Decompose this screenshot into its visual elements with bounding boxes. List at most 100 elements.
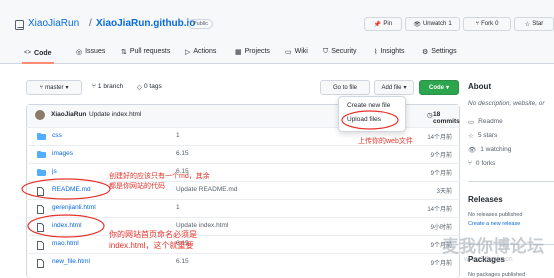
branch-icon: ⑂ — [92, 83, 96, 90]
repo-header: XiaoJiaRun / XiaoJiaRun.github.io Public… — [0, 0, 554, 64]
unwatch-label: Unwatch — [422, 21, 447, 27]
repo-tabs: <> Code ◎ Issues ⇅ Pull requests ▷ Actions ▦… — [0, 44, 554, 64]
tag-icon: ◇ — [137, 84, 142, 91]
tab-insights[interactable]: ⌇ Insights — [374, 48, 405, 56]
commit-message-link[interactable]: 1 — [176, 204, 180, 211]
branch-select[interactable]: ⑂ master ▾ — [26, 80, 82, 95]
file-icon — [37, 187, 44, 198]
code-icon: <> — [24, 50, 32, 56]
add-file-dropdown: Create new file Upload files — [338, 96, 406, 132]
tab-issues[interactable]: ◎ Issues — [76, 48, 105, 56]
commit-author[interactable]: XiaoJiaRun — [51, 111, 86, 118]
commit-time: 3天前 — [436, 189, 452, 195]
tab-code[interactable]: <> Code — [22, 44, 54, 64]
readme-annotation-line2: 都是你网站的代码 — [109, 183, 165, 190]
chevron-down-icon: ▾ — [65, 85, 69, 91]
divider — [468, 181, 554, 182]
star-icon: ☆ — [524, 21, 531, 28]
chevron-down-icon: ▾ — [445, 85, 449, 91]
add-file-label: Add file — [381, 84, 402, 91]
play-icon: ▷ — [185, 49, 191, 56]
file-row[interactable]: index.html Update index.html 9小时前 — [26, 217, 460, 235]
repo-owner-link[interactable]: XiaoJiaRun — [28, 18, 79, 29]
tab-projects-label: Projects — [244, 48, 270, 55]
fork-count: 0 — [495, 21, 499, 27]
watching-link[interactable]: 👁 1 watching — [468, 146, 511, 154]
file-name-link[interactable]: js — [52, 168, 57, 175]
unwatch-button[interactable]: 👁 Unwatch 1 — [405, 17, 460, 31]
about-description: No description, website, or — [468, 100, 545, 107]
pin-label: Pin — [383, 21, 393, 27]
tab-insights-label: Insights — [380, 48, 405, 55]
commit-time: 9个月前 — [430, 171, 452, 177]
index-annotation-line1: 你的网站首页命名必须是 — [109, 230, 197, 239]
file-icon — [37, 241, 44, 252]
pin-icon: 📌 — [373, 21, 382, 28]
tab-actions[interactable]: ▷ Actions — [185, 48, 216, 56]
star-button[interactable]: ☆ Star — [514, 17, 554, 31]
stars-link[interactable]: ☆ 5 stars — [468, 132, 497, 140]
shield-icon: ⛉ — [323, 48, 329, 55]
create-new-file-item[interactable]: Create new file — [347, 102, 390, 109]
file-row[interactable]: images 6.15 9个月前 — [26, 145, 460, 163]
commit-time: 14个月前 — [427, 135, 452, 141]
forks-link[interactable]: ⑂ 0 forks — [468, 160, 495, 167]
upload-files-item[interactable]: Upload files — [347, 116, 381, 123]
tab-security[interactable]: ⛉ Security — [323, 48, 357, 56]
avatar — [35, 110, 45, 120]
repo-separator: / — [89, 18, 92, 29]
commit-message-link[interactable]: 6.15 — [176, 150, 189, 157]
branches-link[interactable]: ⑂ 1 branch — [92, 83, 123, 90]
repo-icon — [15, 20, 24, 30]
eye-icon: 👁 — [468, 147, 477, 154]
repo-name-link[interactable]: XiaoJiaRun.github.io — [96, 18, 195, 29]
fork-icon: ⑂ — [475, 21, 480, 27]
file-name-link[interactable]: new_file.html — [52, 258, 90, 265]
book-icon: ▭ — [285, 49, 292, 56]
commit-message-link[interactable]: Update index.html — [176, 222, 228, 229]
fork-button[interactable]: ⑂ Fork 0 — [463, 17, 511, 31]
tab-pull-requests-label: Pull requests — [129, 48, 171, 55]
gear-icon: ⚙ — [422, 49, 429, 56]
tab-pull-requests[interactable]: ⇅ Pull requests — [121, 48, 170, 56]
commit-count[interactable]: 18 commits — [433, 111, 460, 125]
file-row[interactable]: js 6.15 9个月前 — [26, 163, 460, 181]
pull-request-icon: ⇅ — [121, 49, 127, 56]
go-to-file-button[interactable]: Go to file — [320, 80, 370, 95]
file-row[interactable]: README.md Update README.md 3天前 — [26, 181, 460, 199]
tab-issues-label: Issues — [85, 48, 106, 55]
readme-annotation: 创建好的应该只有一个md，其余 都是你网站的代码 — [109, 172, 210, 192]
issue-icon: ◎ — [76, 49, 83, 56]
file-icon — [37, 205, 44, 216]
readme-link[interactable]: ▭ Readme — [468, 118, 503, 126]
tab-security-label: Security — [331, 48, 357, 55]
file-name-link[interactable]: gerenjianli.html — [52, 204, 96, 211]
file-name-link[interactable]: images — [52, 150, 73, 157]
file-name-link[interactable]: README.md — [52, 186, 91, 193]
file-name-link[interactable]: index.html — [52, 222, 82, 229]
commit-message[interactable]: Update index.html — [89, 111, 141, 118]
pin-button[interactable]: 📌 Pin — [364, 17, 402, 31]
commit-message-link[interactable]: 1 — [176, 132, 180, 139]
code-button[interactable]: Code ▾ — [419, 80, 459, 95]
file-name-link[interactable]: mao.html — [52, 240, 79, 247]
folder-icon — [37, 151, 46, 160]
file-name-link[interactable]: css — [52, 132, 62, 139]
tab-wiki[interactable]: ▭ Wiki — [285, 48, 308, 56]
eye-icon: 👁 — [413, 21, 421, 28]
index-annotation-line2: index.html，这个就重要 — [109, 241, 194, 250]
readme-annotation-line1: 创建好的应该只有一个md，其余 — [109, 173, 210, 180]
tab-projects[interactable]: ▦ Projects — [235, 48, 270, 56]
commit-message-link[interactable]: 6.15 — [176, 258, 189, 265]
add-file-button[interactable]: Add file ▾ — [374, 80, 414, 95]
tags-link[interactable]: ◇ 0 tags — [137, 83, 162, 91]
file-row[interactable]: mao.html 6.15 9个月前 — [26, 235, 460, 253]
watermark-text: 麦我你博论坛 — [442, 237, 544, 256]
chevron-down-icon: ▾ — [403, 85, 407, 91]
about-title: About — [468, 82, 492, 91]
file-row[interactable]: new_file.html 6.15 9个月前 — [26, 253, 460, 271]
tab-settings[interactable]: ⚙ Settings — [422, 48, 457, 56]
tab-code-label: Code — [34, 49, 52, 57]
file-row[interactable]: gerenjianli.html 1 14个月前 — [26, 199, 460, 217]
forks-label: 0 forks — [475, 160, 496, 167]
